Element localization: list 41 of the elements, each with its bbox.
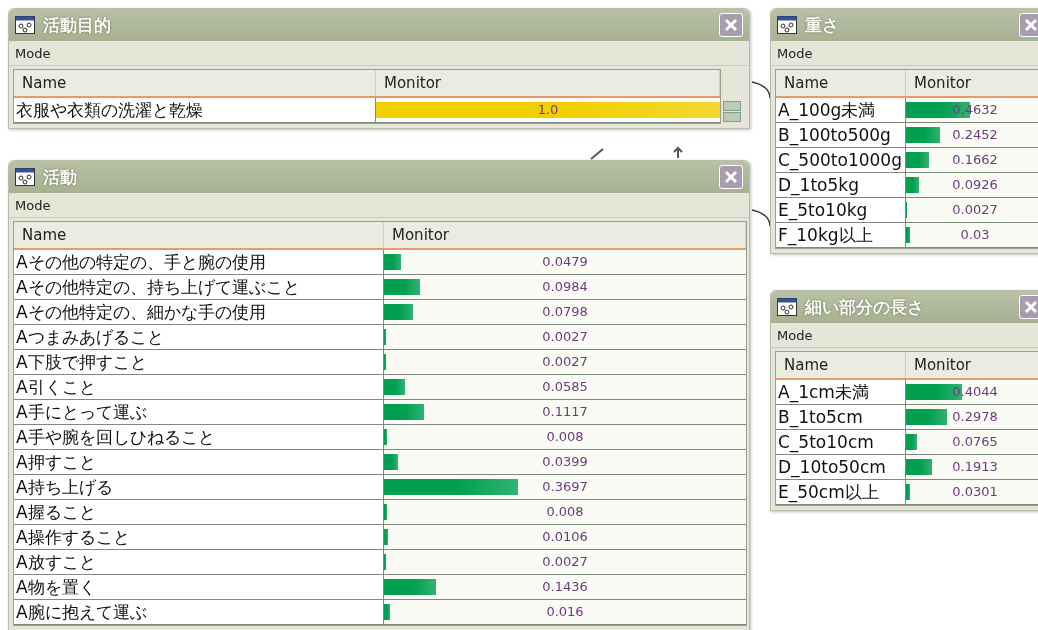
probability-value: 0.0027 (541, 553, 589, 571)
probability-value: 0.1913 (951, 458, 999, 476)
window-title: 細い部分の長さ (805, 295, 925, 319)
probability-value: 0.0479 (541, 253, 589, 271)
menu-item[interactable]: Mode (15, 45, 51, 61)
probability-value: 0.0301 (951, 483, 999, 501)
probability-value: 0.1436 (541, 578, 589, 596)
probability-value: 0.0027 (541, 353, 589, 371)
column-header[interactable]: Name (776, 352, 906, 378)
column-header[interactable]: Monitor (384, 222, 746, 248)
probability-value: 0.0926 (951, 176, 999, 194)
window-title: 重さ (805, 13, 840, 37)
menu-item[interactable]: Mode (777, 45, 813, 61)
menu-item[interactable]: Mode (15, 197, 51, 213)
probability-value: 0.2978 (951, 408, 999, 426)
probability-value: 0.1662 (951, 151, 999, 169)
probability-value: 0.0027 (951, 201, 999, 219)
probability-value: 0.008 (545, 503, 585, 521)
probability-value: 0.0984 (541, 278, 589, 296)
column-header[interactable]: Monitor (906, 352, 1038, 378)
probability-value: 0.008 (545, 428, 585, 446)
probability-value: 0.0765 (951, 433, 999, 451)
column-header[interactable]: Monitor (906, 70, 1038, 96)
window-title: 活動目的 (43, 13, 112, 37)
menu-item[interactable]: Mode (777, 327, 813, 343)
probability-value: 0.0027 (541, 328, 589, 346)
column-header[interactable]: Name (14, 222, 384, 248)
probability-value: 0.0798 (541, 303, 589, 321)
probability-value: 0.0585 (541, 378, 589, 396)
column-header[interactable]: Name (776, 70, 906, 96)
column-header[interactable]: Monitor (376, 70, 720, 96)
probability-value: 0.3697 (541, 478, 589, 496)
probability-value: 0.1117 (541, 403, 589, 421)
column-header[interactable]: Name (14, 70, 376, 96)
probability-value: 0.0106 (541, 528, 589, 546)
probability-value: 1.0 (536, 101, 560, 119)
probability-value: 0.03 (959, 226, 991, 244)
window-title: 活動 (43, 165, 78, 189)
probability-value: 0.2452 (951, 126, 999, 144)
probability-value: 0.016 (545, 603, 585, 621)
probability-value: 0.0399 (541, 453, 589, 471)
